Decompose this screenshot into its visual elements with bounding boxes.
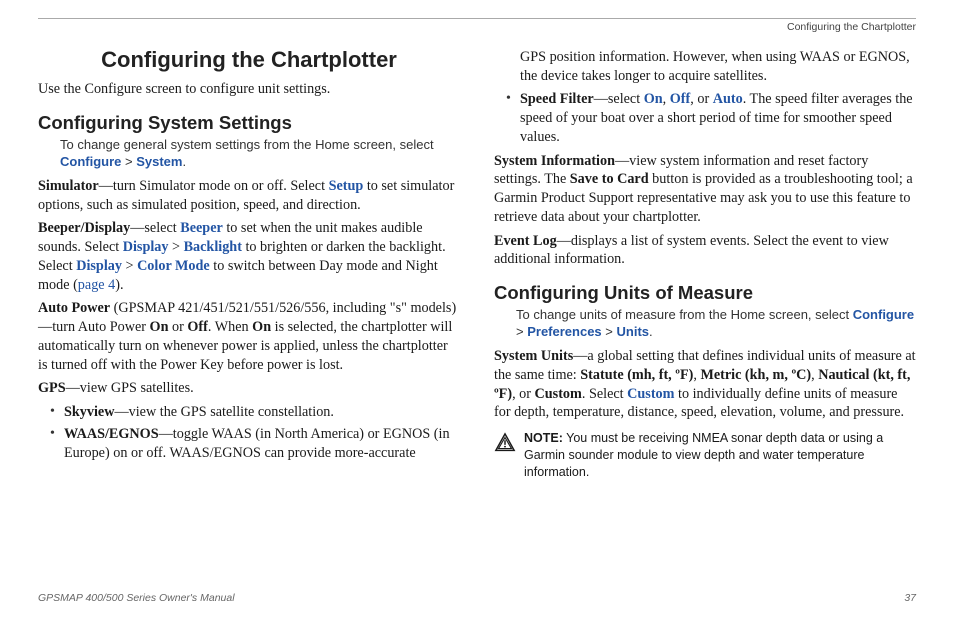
path-sep: > [516,324,527,339]
text: > [168,239,183,255]
column-left: Configuring the Chartplotter Use the Con… [38,43,460,573]
text: ). [115,277,123,293]
para-beeper: Beeper/Display—select Beeper to set when… [38,219,460,294]
path-sep: > [602,324,617,339]
link-on[interactable]: On [644,91,663,107]
link-custom[interactable]: Custom [627,386,674,402]
text: . When [208,319,252,335]
link-beeper[interactable]: Beeper [180,220,223,236]
footer-manual-title: GPSMAP 400/500 Series Owner's Manual [38,592,235,604]
instr-text: To change units of measure from the Home… [516,307,853,322]
para-gps: GPS—view GPS satellites. [38,379,460,398]
para-auto-power: Auto Power (GPSMAP 421/451/521/551/526/5… [38,299,460,374]
running-head: Configuring the Chartplotter [38,21,916,33]
text-on: On [150,319,169,335]
label-save-to-card: Save to Card [570,171,649,187]
header-rule [38,18,916,19]
link-display1[interactable]: Display [123,239,169,255]
link-setup[interactable]: Setup [329,178,364,194]
gps-sublist: Skyview—view the GPS satellite constella… [50,403,460,462]
link-display2[interactable]: Display [76,258,122,274]
text-off: Off [187,319,208,335]
label-system-info: System Information [494,153,615,169]
two-column-layout: Configuring the Chartplotter Use the Con… [38,43,916,573]
para-simulator: Simulator—turn Simulator mode on or off.… [38,177,460,214]
instr-text: To change general system settings from t… [60,137,434,152]
opt-metric: Metric (kh, m, ºC) [700,367,811,383]
list-item-skyview: Skyview—view the GPS satellite constella… [50,403,460,422]
heading-units-of-measure: Configuring Units of Measure [494,281,916,305]
label-simulator: Simulator [38,178,99,194]
opt-statute: Statute (mh, ft, ºF) [580,367,693,383]
para-system-info: System Information—view system informati… [494,152,916,227]
instruction-system-settings: To change general system settings from t… [60,137,460,171]
label-skyview: Skyview [64,404,114,420]
list-item-speed-filter: Speed Filter—select On, Off, or Auto. Th… [506,90,916,146]
gps-sublist-cont: Speed Filter—select On, Off, or Auto. Th… [506,90,916,146]
note-icon [494,432,516,454]
path-system: System [136,154,182,169]
label-speed-filter: Speed Filter [520,91,594,107]
text: , [663,91,670,107]
instr-end: . [182,154,186,169]
list-item-waas: WAAS/EGNOS—toggle WAAS (in North America… [50,425,460,462]
text: > [122,258,137,274]
opt-custom: Custom [535,386,582,402]
path-configure: Configure [60,154,121,169]
text: —view GPS satellites. [66,380,194,396]
text: , or [512,386,534,402]
label-event-log: Event Log [494,233,557,249]
link-color-mode[interactable]: Color Mode [137,258,210,274]
page-title: Configuring the Chartplotter [38,45,460,74]
note-body: You must be receiving NMEA sonar depth d… [524,431,883,479]
heading-system-settings: Configuring System Settings [38,111,460,135]
text: —view the GPS satellite constellation. [114,404,333,420]
note-block: NOTE: You must be receiving NMEA sonar d… [494,430,916,481]
label-waas-egnos: WAAS/EGNOS [64,426,159,442]
note-label: NOTE: [524,431,563,445]
link-backlight[interactable]: Backlight [184,239,242,255]
column-right: GPS position information. However, when … [494,43,916,573]
intro-text: Use the Configure screen to configure un… [38,80,460,99]
note-text: NOTE: You must be receiving NMEA sonar d… [524,430,916,481]
instr-end: . [649,324,653,339]
text: or [168,319,187,335]
text-on2: On [252,319,271,335]
label-beeper-display: Beeper/Display [38,220,130,236]
para-system-units: System Units—a global setting that defin… [494,347,916,422]
text: —select [594,91,644,107]
label-gps: GPS [38,380,66,396]
link-auto[interactable]: Auto [713,91,743,107]
path-sep: > [121,154,136,169]
path-configure2: Configure [853,307,914,322]
link-off[interactable]: Off [670,91,691,107]
text: . Select [582,386,627,402]
text: —select [130,220,180,236]
footer-page-number: 37 [904,592,916,604]
label-system-units: System Units [494,348,573,364]
instruction-units: To change units of measure from the Home… [516,307,916,341]
text: , or [690,91,712,107]
link-page-4[interactable]: page 4 [78,277,115,293]
label-auto-power: Auto Power [38,300,110,316]
para-event-log: Event Log—displays a list of system even… [494,232,916,269]
para-waas-continued: GPS position information. However, when … [520,48,916,85]
page-footer: GPSMAP 400/500 Series Owner's Manual 37 [38,592,916,604]
text: —turn Simulator mode on or off. Select [99,178,329,194]
path-preferences: Preferences [527,324,601,339]
path-units: Units [617,324,650,339]
